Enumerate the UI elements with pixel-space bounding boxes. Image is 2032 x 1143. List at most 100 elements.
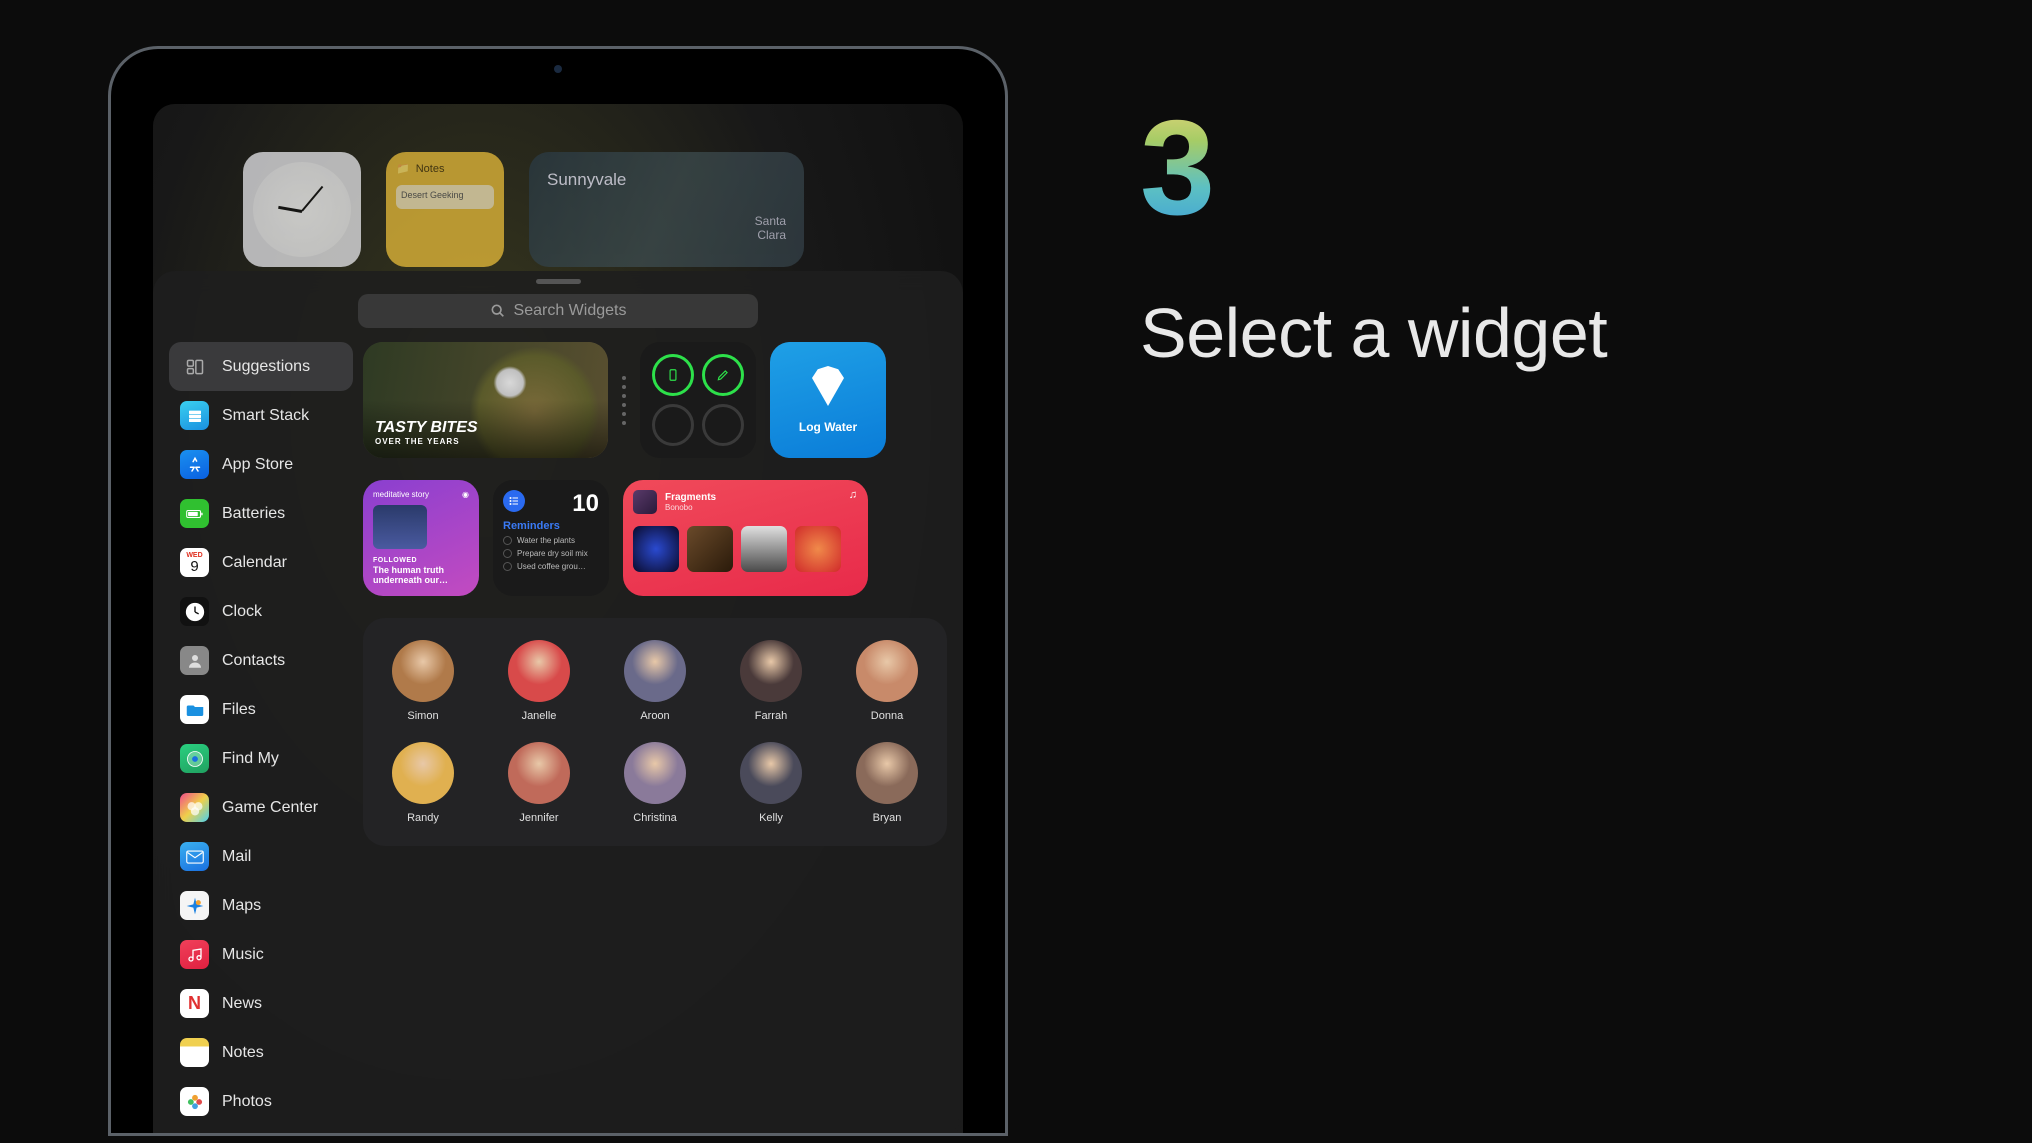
widget-shortcuts-rings[interactable] [640,342,756,458]
contact-name: Farrah [755,710,787,722]
avatar [392,640,454,702]
avatar [740,640,802,702]
sidebar-item-contacts[interactable]: Contacts [169,636,353,685]
sidebar-item-news[interactable]: NNews [169,979,353,1028]
sidebar-item-label: Game Center [222,799,318,817]
widget-contacts[interactable]: Simon Janelle Aroon Farrah Donna Randy Jennif… [363,618,947,846]
sidebar-item-clock[interactable]: Clock [169,587,353,636]
folder-icon: 📁 [396,162,410,175]
podcast-artwork [373,505,427,549]
mail-icon [180,842,209,871]
album-thumb [741,526,787,572]
podcasts-icon: ◉ [462,490,469,499]
background-widgets: 📁 Notes Desert Geeking Sunnyvale Santa C… [243,152,933,267]
pencil-ring-icon [702,354,744,396]
empty-ring-icon [702,404,744,446]
reminder-item: Water the plants [503,536,599,545]
widget-podcast[interactable]: meditative story ◉ FOLLOWED The human tr… [363,480,479,596]
reminder-item: Prepare dry soil mix [503,549,599,558]
notes-card: Desert Geeking [396,185,494,209]
sidebar-item-batteries[interactable]: Batteries [169,489,353,538]
search-input[interactable]: Search Widgets [358,294,758,328]
sidebar-item-label: Smart Stack [222,407,309,425]
drag-dots-icon [622,342,626,458]
maps-widget-bg: Sunnyvale Santa Clara [529,152,804,267]
contact-aroon[interactable]: Aroon [619,640,691,722]
water-drop-icon [812,366,844,406]
music-artist: Bonobo [665,503,716,512]
sidebar-item-label: News [222,995,262,1013]
widget-preview-grid: TASTY BITES OVER THE YEARS [363,342,963,1126]
album-thumb [687,526,733,572]
find-my-icon [180,744,209,773]
contact-name: Christina [633,812,676,824]
widget-music[interactable]: ♫ Fragments Bonobo [623,480,868,596]
avatar [508,742,570,804]
contact-janelle[interactable]: Janelle [503,640,575,722]
sidebar-item-label: Clock [222,603,262,621]
avatar [624,640,686,702]
contact-name: Janelle [522,710,557,722]
contact-farrah[interactable]: Farrah [735,640,807,722]
sidebar-item-music[interactable]: Music [169,930,353,979]
water-label: Log Water [799,420,857,434]
podcast-app-label: meditative story [373,490,429,499]
sidebar-item-label: Calendar [222,554,287,572]
clock-widget-bg [243,152,361,267]
contact-jennifer[interactable]: Jennifer [503,742,575,824]
widget-log-water[interactable]: Log Water [770,342,886,458]
sheet-grabber[interactable] [536,279,581,284]
notes-widget-bg: 📁 Notes Desert Geeking [386,152,504,267]
notes-header: Notes [416,163,445,175]
album-thumb [633,526,679,572]
sidebar-item-app-store[interactable]: App Store [169,440,353,489]
reminders-count: 10 [572,490,599,518]
reminders-list-icon [503,490,525,512]
sidebar-item-game-center[interactable]: Game Center [169,783,353,832]
sidebar-item-notes[interactable]: Notes [169,1028,353,1077]
step-title: Select a widget [1140,293,1940,373]
sidebar-item-label: Batteries [222,505,285,523]
contact-kelly[interactable]: Kelly [735,742,807,824]
sidebar-item-maps[interactable]: Maps [169,881,353,930]
sidebar-item-calendar[interactable]: WED9Calendar [169,538,353,587]
sidebar-item-suggestions[interactable]: Suggestions [169,342,353,391]
suggestions-icon [180,352,209,381]
sidebar-item-find-my[interactable]: Find My [169,734,353,783]
sidebar-item-files[interactable]: Files [169,685,353,734]
contact-randy[interactable]: Randy [387,742,459,824]
avatar [392,742,454,804]
sidebar-item-label: Notes [222,1044,264,1062]
contact-simon[interactable]: Simon [387,640,459,722]
sidebar-item-photos[interactable]: Photos [169,1077,353,1126]
podcast-followed: FOLLOWED [373,557,469,564]
photos-icon [180,1087,209,1116]
sidebar-item-mail[interactable]: Mail [169,832,353,881]
game-center-icon [180,793,209,822]
contact-name: Randy [407,812,439,824]
contact-christina[interactable]: Christina [619,742,691,824]
music-icon [180,940,209,969]
sidebar-item-label: Maps [222,897,261,915]
widget-reminders[interactable]: 10 Reminders Water the plants Prepare dr… [493,480,609,596]
sidebar-item-label: Photos [222,1093,272,1111]
sidebar-item-smart-stack[interactable]: Smart Stack [169,391,353,440]
smart-stack-icon [180,401,209,430]
widget-source-sidebar: Suggestions Smart Stack App Store Batteries… [153,342,363,1126]
maps-icon [180,891,209,920]
contact-name: Jennifer [519,812,558,824]
music-track: Fragments [665,492,716,503]
avatar [856,742,918,804]
contact-donna[interactable]: Donna [851,640,923,722]
widget-gallery-sheet: Search Widgets Suggestions Smart Stack App… [153,271,963,1133]
sidebar-item-label: Music [222,946,264,964]
ipad-device-frame: 📁 Notes Desert Geeking Sunnyvale Santa C… [108,46,1008,1136]
sidebar-item-label: Contacts [222,652,285,670]
widget-tasty-bites[interactable]: TASTY BITES OVER THE YEARS [363,342,608,458]
clock-face-icon [253,162,351,257]
search-placeholder: Search Widgets [514,302,627,320]
music-note-icon: ♫ [849,489,857,501]
contact-bryan[interactable]: Bryan [851,742,923,824]
avatar [856,640,918,702]
files-icon [180,695,209,724]
